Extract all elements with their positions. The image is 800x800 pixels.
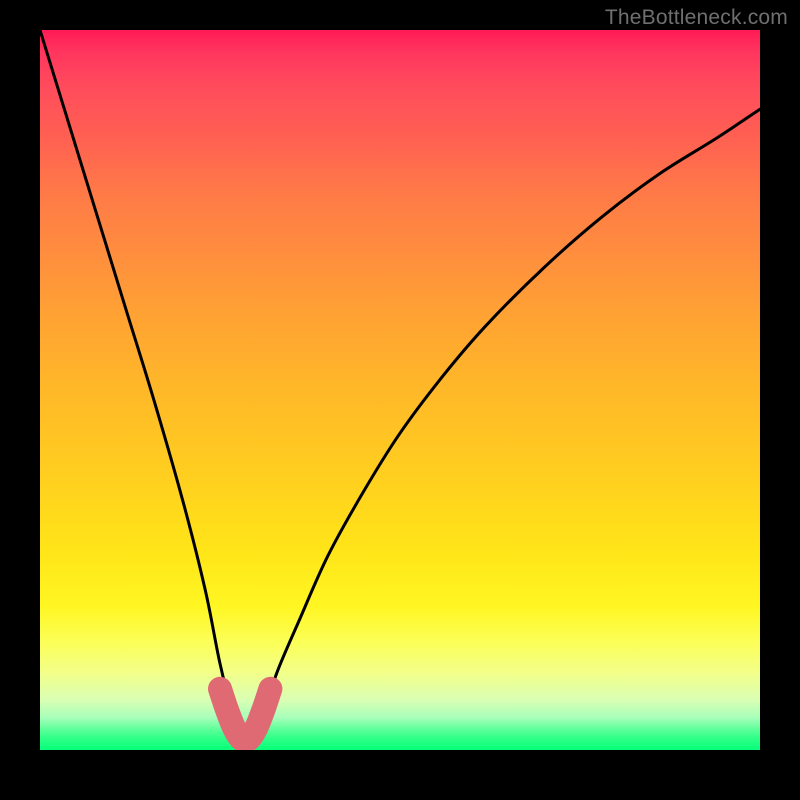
curve-layer [40, 30, 760, 750]
watermark-text: TheBottleneck.com [605, 6, 788, 30]
chart-container: TheBottleneck.com [0, 0, 800, 800]
bottleneck-curve [40, 30, 760, 746]
minimum-marker [220, 689, 270, 741]
plot-area [40, 30, 760, 750]
